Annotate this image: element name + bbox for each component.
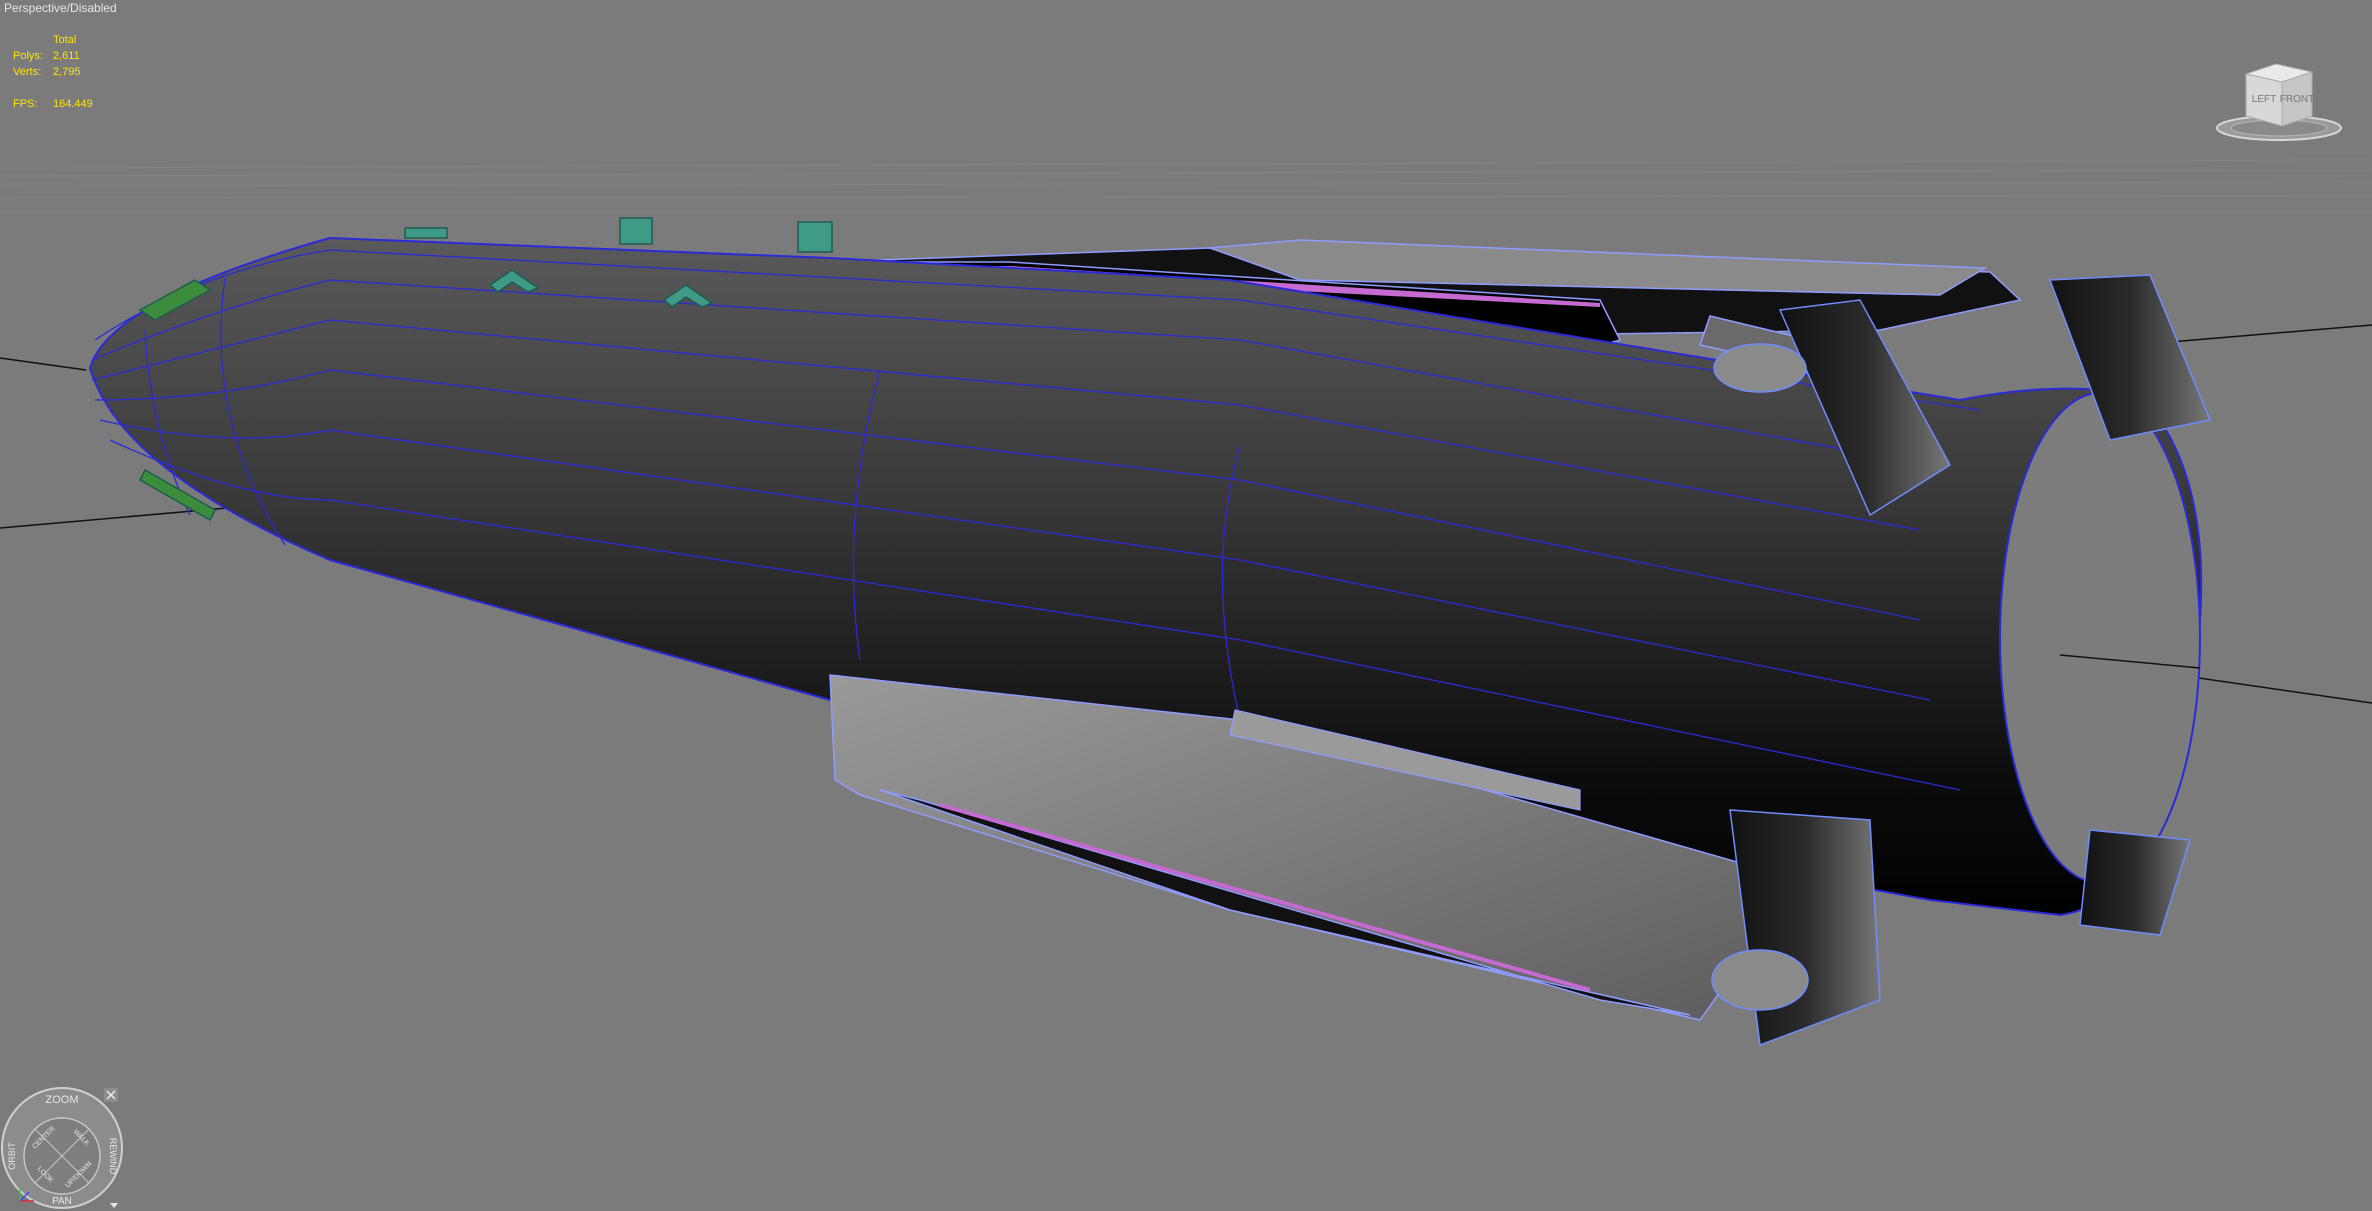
statistics-overlay: Total Polys: 2,611 Verts: 2,795 FPS: 164… <box>13 32 123 112</box>
zoom-label[interactable]: ZOOM <box>46 1094 79 1106</box>
steering-menu-icon[interactable] <box>110 1203 118 1208</box>
viewcube-left-label: LEFT <box>2252 94 2276 105</box>
rewind-label[interactable]: REWIND <box>108 1138 118 1175</box>
polys-value: 2,611 <box>53 50 80 62</box>
steering-wheel-icon[interactable]: ZOOM ORBIT REWIND PAN CENTER WALK LOOK U… <box>0 1086 125 1211</box>
polys-row: Polys: 2,611 <box>13 48 123 64</box>
rocket-model-wireframe[interactable] <box>0 0 2372 1211</box>
close-icon[interactable] <box>104 1088 118 1102</box>
pan-label[interactable]: PAN <box>52 1196 72 1207</box>
verts-label: Verts: <box>13 66 42 78</box>
viewcube-icon[interactable]: LEFT FRONT <box>2214 60 2344 142</box>
verts-value: 2,795 <box>53 66 81 78</box>
fps-row: FPS: 164.449 <box>13 96 123 112</box>
viewcube-front-label: FRONT <box>2280 94 2314 105</box>
booster-bottom-2 <box>2079 829 2191 936</box>
viewport-label[interactable]: Perspective/Disabled <box>4 1 117 15</box>
grid-lines <box>0 159 2372 213</box>
orbit-label[interactable]: ORBIT <box>7 1142 17 1170</box>
verts-row: Verts: 2,795 <box>13 64 123 80</box>
perspective-viewport[interactable]: Perspective/Disabled Total Polys: 2,611 … <box>0 0 2372 1211</box>
fps-value: 164.449 <box>53 98 93 110</box>
fps-label: FPS: <box>13 98 38 110</box>
polys-label: Polys: <box>13 50 43 62</box>
stats-header: Total <box>53 34 77 46</box>
rocket-end-cap <box>1999 392 2201 884</box>
